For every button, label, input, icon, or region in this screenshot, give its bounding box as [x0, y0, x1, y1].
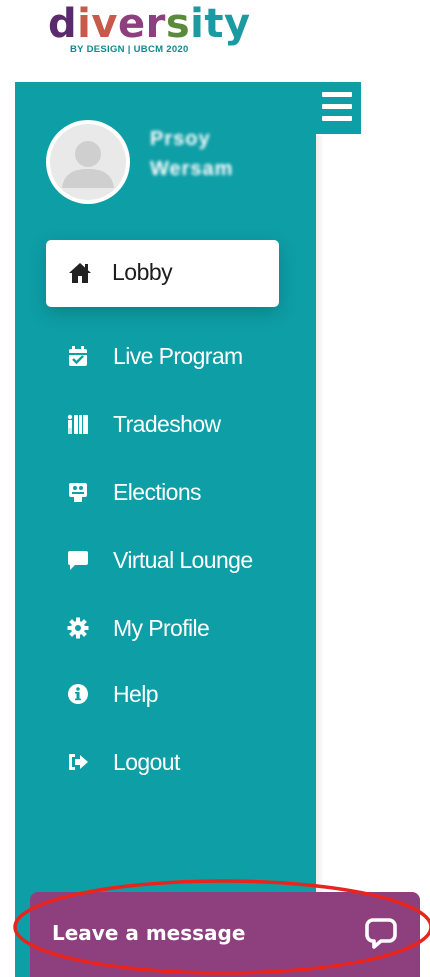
sidebar-item-lobby[interactable]: Lobby [46, 240, 279, 307]
user-name-line2: Wersam [150, 158, 234, 180]
sidebar-item-label: Help [113, 681, 159, 707]
page: diversity BY DESIGN | UBCM 2020 Prsoy We… [0, 0, 430, 977]
sidebar-item-tradeshow[interactable]: Tradeshow [46, 402, 279, 446]
menu-toggle-button[interactable] [316, 82, 361, 134]
chat-label: Leave a message [52, 921, 246, 945]
sidebar-item-label: Elections [113, 479, 202, 505]
home-icon [69, 263, 91, 283]
logo-wordmark: diversity [48, 1, 251, 47]
logo-subtitle: BY DESIGN | UBCM 2020 [70, 44, 189, 55]
leave-message-chat-button[interactable]: Leave a message [30, 892, 420, 977]
sidebar-item-label: Lobby [112, 259, 173, 285]
sidebar-item-virtual-lounge[interactable]: Virtual Lounge [46, 538, 279, 582]
sidebar-item-label: Tradeshow [113, 411, 221, 437]
sidebar-item-help[interactable]: Help [46, 672, 279, 716]
sidebar-item-label: My Profile [113, 615, 210, 641]
sidebar-item-my-profile[interactable]: My Profile [46, 606, 279, 650]
avatar[interactable] [46, 120, 130, 204]
person-silhouette-icon [62, 141, 114, 188]
sidebar-item-live-program[interactable]: Live Program [46, 334, 279, 378]
sidebar-item-elections[interactable]: Elections [46, 470, 279, 514]
speech-bubble-icon [365, 918, 397, 949]
calendar-check-icon [69, 346, 87, 366]
chat-bubble-icon [68, 551, 88, 570]
sign-out-icon [69, 754, 88, 770]
ballot-box-icon [69, 483, 87, 502]
event-logo[interactable]: diversity BY DESIGN | UBCM 2020 [48, 2, 250, 62]
sidebar [15, 82, 316, 977]
sidebar-item-label: Live Program [113, 343, 243, 369]
sidebar-shadow [316, 136, 324, 977]
user-name: Prsoy Wersam [150, 128, 255, 194]
sidebar-item-logout[interactable]: Logout [46, 740, 279, 784]
user-name-line1: Prsoy [150, 128, 211, 150]
tradeshow-icon [67, 414, 88, 434]
sidebar-item-label: Logout [113, 749, 180, 775]
info-circle-icon [68, 684, 88, 704]
sidebar-item-label: Virtual Lounge [113, 547, 253, 573]
gear-icon [67, 617, 89, 639]
